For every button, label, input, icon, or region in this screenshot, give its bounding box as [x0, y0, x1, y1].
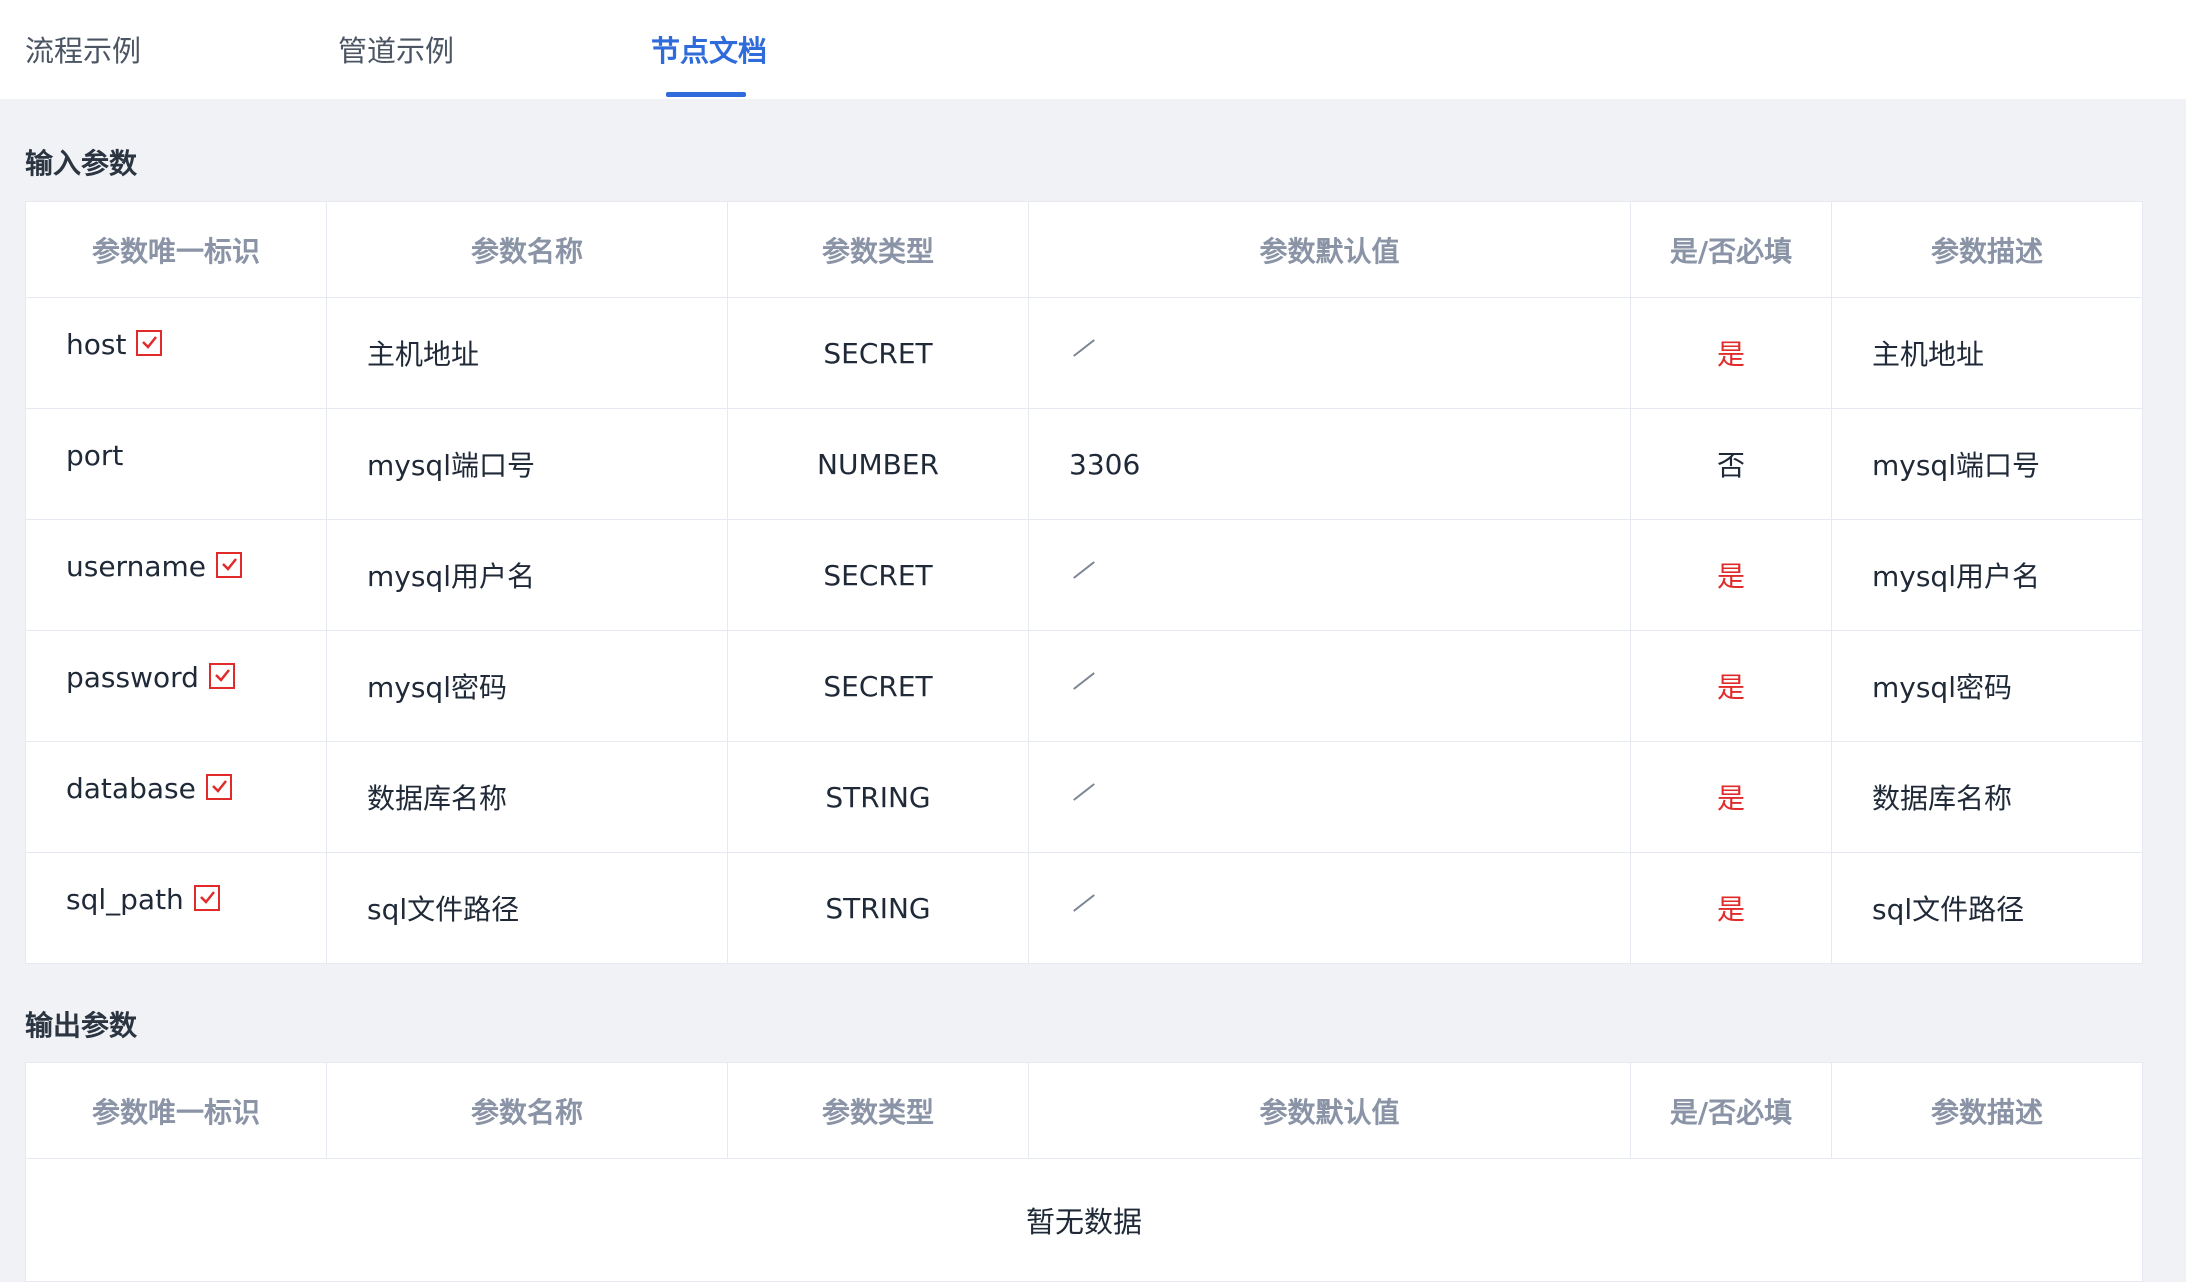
param-name: mysql端口号 — [327, 409, 728, 519]
header-param-id: 参数唯一标识 — [26, 202, 327, 297]
input-params-title: 输入参数 — [25, 147, 138, 180]
param-name: mysql密码 — [327, 631, 728, 741]
header-param-type: 参数类型 — [728, 1063, 1029, 1158]
param-required: 是 — [1631, 520, 1832, 630]
tab-pipeline-example[interactable]: 管道示例 — [338, 28, 454, 70]
header-param-name: 参数名称 — [327, 1063, 728, 1158]
param-required: 是 — [1631, 631, 1832, 741]
checkbox-check-icon — [193, 885, 220, 911]
header-param-default: 参数默认值 — [1029, 202, 1631, 297]
header-param-required: 是/否必填 — [1631, 1063, 1832, 1158]
table-row: port mysql端口号 NUMBER 3306 否 mysql端口号 — [26, 409, 2142, 520]
checkbox-check-icon — [216, 552, 242, 578]
param-required: 是 — [1631, 742, 1832, 852]
param-type: SECRET — [728, 631, 1029, 741]
param-desc: mysql端口号 — [1872, 449, 2040, 482]
tab-node-docs[interactable]: 节点文档 — [651, 28, 767, 70]
param-id-cell: username — [26, 520, 327, 630]
active-tab-indicator — [666, 92, 746, 97]
param-default — [1029, 853, 1631, 963]
checkbox-check-icon — [208, 663, 235, 689]
param-name: 数据库名称 — [327, 742, 728, 852]
param-id: sql_path — [66, 883, 184, 916]
param-name: mysql用户名 — [327, 520, 728, 630]
header-param-default: 参数默认值 — [1029, 1063, 1631, 1158]
param-type: SECRET — [728, 298, 1029, 408]
slash-icon — [1069, 889, 1097, 917]
header-param-type: 参数类型 — [728, 202, 1029, 297]
tab-flow-example[interactable]: 流程示例 — [25, 28, 141, 70]
header-param-name: 参数名称 — [327, 202, 728, 297]
param-id: port — [66, 439, 124, 472]
output-params-table: 参数唯一标识 参数名称 参数类型 参数默认值 是/否必填 参数描述 暂无数据 — [25, 1062, 2143, 1282]
param-id: username — [66, 550, 206, 583]
param-required: 否 — [1631, 409, 1832, 519]
table-header-row: 参数唯一标识 参数名称 参数类型 参数默认值 是/否必填 参数描述 — [26, 202, 2142, 298]
param-default — [1029, 520, 1631, 630]
param-desc: sql文件路径 — [1872, 893, 2025, 926]
tab-bar: 流程示例 管道示例 节点文档 — [0, 0, 2186, 99]
param-id-cell: database — [26, 742, 327, 852]
table-row: username mysql用户名 SECRET 是 mysql用户名 — [26, 520, 2142, 631]
param-name: 主机地址 — [327, 298, 728, 408]
slash-icon — [1069, 778, 1097, 806]
node-doc-page: 流程示例 管道示例 节点文档 输入参数 参数唯一标识 参数名称 参数类型 参数默… — [0, 0, 2186, 1282]
param-id-cell: password — [26, 631, 327, 741]
table-body: host 主机地址 SECRET 是主机地址 port mysql端口号 NUMBER 330… — [26, 298, 2142, 963]
table-row: host 主机地址 SECRET 是主机地址 — [26, 298, 2142, 409]
checkbox-check-icon — [205, 774, 232, 800]
param-default — [1029, 631, 1631, 741]
param-id: host — [66, 328, 127, 361]
param-required: 是 — [1631, 298, 1832, 408]
checkbox-check-icon — [136, 330, 163, 356]
empty-row: 暂无数据 — [26, 1159, 2142, 1281]
param-required: 是 — [1631, 853, 1832, 963]
header-param-desc: 参数描述 — [1930, 1095, 2043, 1129]
param-type: STRING — [728, 853, 1029, 963]
param-id: password — [66, 661, 199, 694]
param-desc: 数据库名称 — [1872, 782, 2013, 815]
param-id-cell: port — [26, 409, 327, 519]
param-name: sql文件路径 — [327, 853, 728, 963]
param-default: 3306 — [1029, 409, 1631, 519]
param-type: SECRET — [728, 520, 1029, 630]
input-params-table: 参数唯一标识 参数名称 参数类型 参数默认值 是/否必填 参数描述 host 主机… — [25, 201, 2143, 964]
param-type: NUMBER — [728, 409, 1029, 519]
table-row: sql_path sql文件路径 STRING 是 sql文件路径 — [26, 853, 2142, 963]
param-desc: mysql密码 — [1872, 671, 2012, 704]
table-row: password mysql密码 SECRET 是 mysql密码 — [26, 631, 2142, 742]
param-type: STRING — [728, 742, 1029, 852]
table-header-row: 参数唯一标识 参数名称 参数类型 参数默认值 是/否必填 参数描述 — [26, 1063, 2142, 1159]
header-param-required: 是/否必填 — [1631, 202, 1832, 297]
param-desc: 主机地址 — [1872, 338, 1985, 371]
param-id: database — [66, 772, 196, 805]
param-default — [1029, 742, 1631, 852]
slash-icon — [1069, 667, 1097, 695]
param-default — [1029, 298, 1631, 408]
slash-icon — [1069, 334, 1097, 362]
empty-state-text: 暂无数据 — [1025, 1205, 1142, 1239]
header-param-desc: 参数描述 — [1930, 234, 2043, 268]
header-param-id: 参数唯一标识 — [26, 1063, 327, 1158]
slash-icon — [1069, 556, 1097, 584]
param-desc: mysql用户名 — [1872, 560, 2040, 593]
param-id-cell: sql_path — [26, 853, 327, 963]
param-id-cell: host — [26, 298, 327, 408]
table-row: database 数据库名称 STRING 是数据库名称 — [26, 742, 2142, 853]
output-params-title: 输出参数 — [25, 1009, 138, 1042]
